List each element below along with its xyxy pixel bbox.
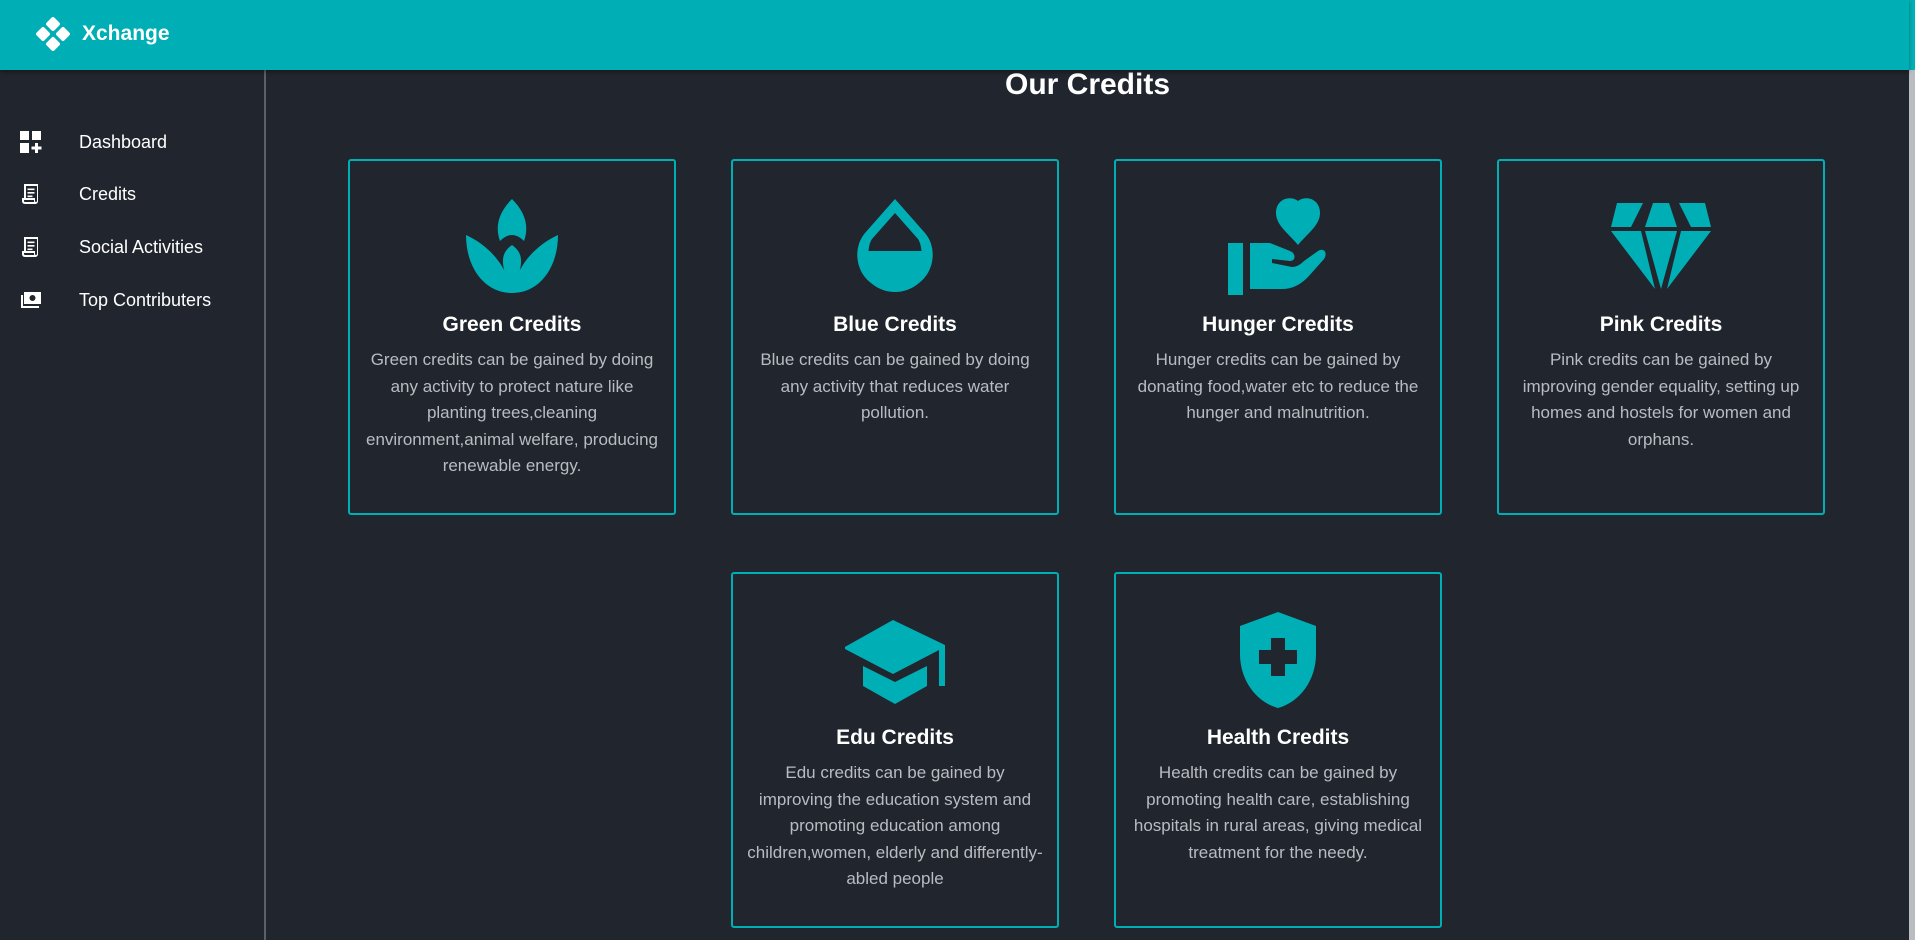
card-description: Hunger credits can be gained by donating… (1137, 350, 1419, 422)
sidebar-item-label: Top Contributers (79, 290, 212, 310)
card-title: Edu Credits (836, 726, 954, 749)
top-app-bar: Xchange (0, 0, 1909, 70)
sidebar-item-credits[interactable]: Credits (0, 172, 264, 216)
water-drop-icon (857, 199, 933, 292)
card-description: Pink credits can be gained by improving … (1522, 350, 1800, 449)
money-icon (21, 292, 41, 308)
card-title: Pink Credits (1599, 313, 1723, 336)
spa-leaf-icon (466, 199, 558, 293)
receipt-icon (22, 237, 38, 257)
card-description: Blue credits can be gained by doing any … (760, 350, 1030, 422)
credit-card-health[interactable]: Health Credits Health credits can be gai… (1114, 572, 1442, 928)
xchange-logo-icon[interactable] (36, 17, 70, 51)
credit-card-pink[interactable]: Pink Credits Pink credits can be gained … (1497, 159, 1825, 515)
credit-card-green[interactable]: Green Credits Green credits can be gaine… (348, 159, 676, 515)
card-title: Green Credits (442, 313, 582, 336)
credit-card-edu[interactable]: Edu Credits Edu credits can be gained by… (731, 572, 1059, 928)
card-description: Edu credits can be gained by improving t… (747, 763, 1043, 888)
dashboard-add-icon (20, 131, 42, 153)
card-description: Green credits can be gained by doing any… (366, 350, 658, 475)
sidebar-item-top-contributers[interactable]: Top Contributers (0, 278, 264, 322)
sidebar-item-label: Credits (79, 184, 137, 204)
card-title: Blue Credits (833, 313, 957, 336)
shield-cross-icon (1240, 612, 1316, 708)
scrollbar-top (1909, 0, 1915, 70)
card-description: Health credits can be gained by promotin… (1133, 763, 1423, 862)
page-title: Our Credits (1004, 68, 1171, 101)
receipt-icon (22, 184, 38, 204)
sidebar-item-label: Social Activities (79, 237, 204, 257)
credit-card-blue[interactable]: Blue Credits Blue credits can be gained … (731, 159, 1059, 515)
page-scrollbar[interactable] (1909, 0, 1915, 940)
card-title: Hunger Credits (1202, 313, 1354, 336)
sidebar: Dashboard Credits Social Activities Top … (0, 70, 266, 940)
diamond-icon (1611, 203, 1711, 289)
graduation-cap-icon (845, 620, 945, 704)
credit-card-hunger[interactable]: Hunger Credits Hunger credits can be gai… (1114, 159, 1442, 515)
sidebar-item-label: Dashboard (79, 132, 168, 152)
sidebar-item-dashboard[interactable]: Dashboard (0, 120, 264, 164)
sidebar-item-social-activities[interactable]: Social Activities (0, 225, 264, 269)
volunteer-hand-heart-icon (1228, 198, 1326, 295)
brand-name[interactable]: Xchange (82, 22, 170, 46)
card-title: Health Credits (1206, 726, 1350, 749)
